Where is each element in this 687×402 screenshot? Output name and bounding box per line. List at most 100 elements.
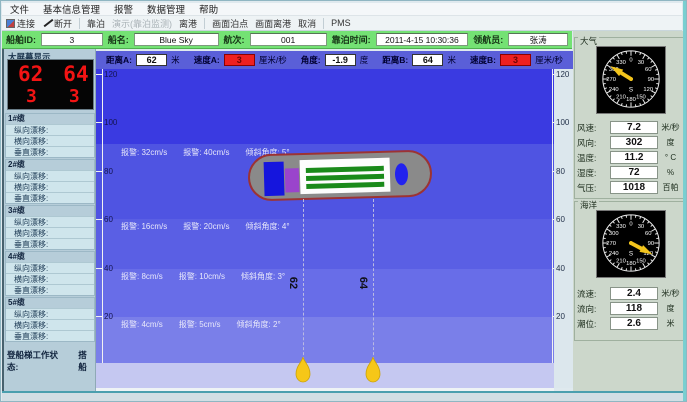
svg-text:150: 150 xyxy=(636,94,646,100)
toolbar-button[interactable]: 画面泊点 xyxy=(212,17,248,30)
svg-text:120: 120 xyxy=(643,87,653,93)
toolbar-button[interactable]: 断开 xyxy=(42,17,72,30)
cable-group-3-缆: 3#缆纵向漂移:横向漂移:垂直漂移: xyxy=(5,205,95,250)
toolbar-button[interactable]: 离港 xyxy=(179,17,197,30)
alarm-threshold-text: 报警: 5cm/s xyxy=(179,319,221,330)
measure-unit: 度 xyxy=(360,54,369,66)
axis-tick xyxy=(96,219,102,220)
alarm-threshold-text: 报警: 8cm/s xyxy=(121,271,163,282)
cable-drift-row: 纵向漂移: xyxy=(6,262,94,273)
cable-drift-row: 横向漂移: xyxy=(6,227,94,238)
svg-text:90: 90 xyxy=(648,241,654,247)
env-field-label: 气压: xyxy=(577,182,610,194)
ocean-title: 海洋 xyxy=(578,201,599,210)
measure-label: 速度B: xyxy=(470,54,496,66)
axis-tick xyxy=(96,316,102,317)
info-value-field[interactable]: 张涛 xyxy=(508,33,568,46)
menu-item-基本信息管理[interactable]: 基本信息管理 xyxy=(43,2,100,16)
env-field-value[interactable]: 2.6 xyxy=(610,317,658,330)
svg-text:270: 270 xyxy=(606,241,616,247)
right-edge-strip xyxy=(683,1,686,402)
env-field-row: 流向:118度 xyxy=(577,301,683,316)
env-field-label: 流向: xyxy=(577,303,610,315)
toolbar-button-label: 靠泊 xyxy=(87,17,105,30)
env-field-value[interactable]: 1018 xyxy=(610,181,658,194)
env-field-row: 湿度:72% xyxy=(577,165,683,180)
svg-text:90: 90 xyxy=(648,77,654,83)
env-field-value[interactable]: 7.2 xyxy=(610,121,658,134)
menu-item-报警[interactable]: 报警 xyxy=(114,2,133,16)
cable-group-header: 5#缆 xyxy=(6,298,94,308)
axis-tick xyxy=(96,171,102,172)
svg-text:180: 180 xyxy=(626,97,636,103)
info-value-field[interactable]: 3 xyxy=(41,33,103,46)
svg-text:270: 270 xyxy=(606,77,616,83)
cable-drift-row: 横向漂移: xyxy=(6,319,94,330)
env-field-unit: 百帕 xyxy=(658,182,683,193)
alarm-threshold-row: 报警: 4cm/s报警: 5cm/s倾斜角度: 2° xyxy=(121,319,281,330)
axis-tick-label: 80 xyxy=(104,167,113,176)
env-field-value[interactable]: 118 xyxy=(610,302,658,315)
bottom-strip xyxy=(2,393,687,402)
gangway-status-label: 登船梯工作状态: xyxy=(7,349,68,373)
env-field-label: 流速: xyxy=(577,288,610,300)
env-field-label: 温度: xyxy=(577,152,610,164)
env-field-row: 风向:302度 xyxy=(577,135,683,150)
measure-label: 角度: xyxy=(301,54,321,66)
info-label: 靠泊时间: xyxy=(332,33,371,46)
ship-info-bar: 船舶ID:3船名:Blue Sky航次:001靠泊时间:2011-4-15 10… xyxy=(2,31,572,49)
env-field-row: 温度:11.2° C xyxy=(577,150,683,165)
cable-drift-row: 纵向漂移: xyxy=(6,124,94,135)
svg-text:180: 180 xyxy=(626,261,636,267)
axis-tick-label-right: 60 xyxy=(556,215,565,224)
toolbar-button[interactable]: 画面离港 xyxy=(255,17,291,30)
toolbar-button-label: 演示(靠泊监测) xyxy=(112,17,172,30)
axis-tick-label: 60 xyxy=(104,215,113,224)
env-field-value[interactable]: 2.4 xyxy=(610,287,658,300)
alarm-threshold-text: 倾斜角度: 2° xyxy=(237,319,281,330)
menu-item-帮助[interactable]: 帮助 xyxy=(199,2,218,16)
cable-drift-row: 纵向漂移: xyxy=(6,308,94,319)
toolbar-button[interactable]: 演示(靠泊监测) xyxy=(112,17,172,30)
measure-value-field[interactable]: 3 xyxy=(500,54,531,66)
env-field-value[interactable]: 302 xyxy=(610,136,658,149)
cable-drift-row: 垂直漂移: xyxy=(6,284,94,295)
measure-value-field[interactable]: 64 xyxy=(412,54,443,66)
menu-item-数据管理[interactable]: 数据管理 xyxy=(147,2,185,16)
info-value-field[interactable]: 2011-4-15 10:30:36 xyxy=(376,33,469,46)
menu-item-文件[interactable]: 文件 xyxy=(10,2,29,16)
display-row-speeds: 33 xyxy=(8,88,93,106)
svg-text:210: 210 xyxy=(616,258,626,264)
left-sidebar: 大屏幕显示 626433 1#缆纵向漂移:横向漂移:垂直漂移:2#缆纵向漂移:横… xyxy=(2,49,96,391)
info-value-field[interactable]: 001 xyxy=(250,33,327,46)
measure-value-field[interactable]: 3 xyxy=(224,54,255,66)
ship-deck xyxy=(300,158,391,194)
toolbar-button-label: 画面泊点 xyxy=(212,17,248,30)
alarm-threshold-row: 报警: 16cm/s报警: 20cm/s倾斜角度: 4° xyxy=(121,221,290,232)
distance-value-label: 64 xyxy=(357,277,369,289)
toolbar-button[interactable]: 取消 xyxy=(298,17,316,30)
alarm-threshold-text: 倾斜角度: 3° xyxy=(241,271,285,282)
env-field-label: 湿度: xyxy=(577,167,610,179)
cable-group-4-缆: 4#缆纵向漂移:横向漂移:垂直漂移: xyxy=(5,251,95,296)
measure-value-field[interactable]: 62 xyxy=(136,54,167,66)
toolbar-button-label: PMS xyxy=(331,18,351,28)
toolbar-button[interactable]: 靠泊 xyxy=(87,17,105,30)
toolbar-button-label: 画面离港 xyxy=(255,17,291,30)
cable-group-header: 4#缆 xyxy=(6,252,94,262)
toolbar-button[interactable]: 连接 xyxy=(6,17,35,30)
right-axis: 12010080604020 xyxy=(554,69,573,388)
measure-value-field[interactable]: -1.9 xyxy=(325,54,356,66)
toolbar-button[interactable]: PMS xyxy=(331,18,351,28)
depth-band xyxy=(96,69,554,144)
display-digit: 3 xyxy=(26,88,37,106)
env-field-label: 潮位: xyxy=(577,318,610,330)
info-value-field[interactable]: Blue Sky xyxy=(134,33,219,46)
display-digit: 64 xyxy=(63,64,88,85)
env-field-value[interactable]: 11.2 xyxy=(610,151,658,164)
toolbar-button-label: 离港 xyxy=(179,17,197,30)
axis-tick-label-right: 40 xyxy=(556,264,565,273)
cable-drift-row: 垂直漂移: xyxy=(6,238,94,249)
alarm-threshold-text: 倾斜角度: 4° xyxy=(245,221,289,232)
env-field-value[interactable]: 72 xyxy=(610,166,658,179)
